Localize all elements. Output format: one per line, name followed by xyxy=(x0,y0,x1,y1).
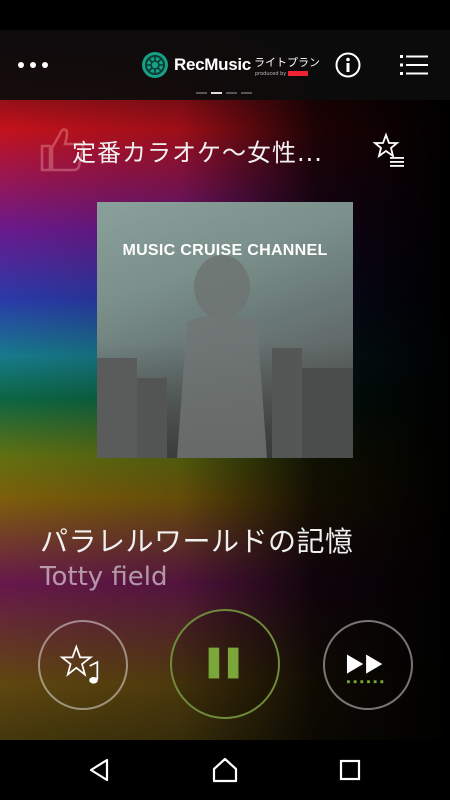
page-dot xyxy=(226,92,237,94)
track-artist: Totty field xyxy=(40,562,168,592)
list-menu-icon[interactable] xyxy=(400,54,428,76)
artwork-building xyxy=(302,368,353,458)
album-artwork: MUSIC CRUISE CHANNEL xyxy=(97,202,353,458)
fast-forward-icon xyxy=(346,654,384,684)
pause-icon xyxy=(208,647,239,679)
page-indicator xyxy=(196,92,252,94)
more-icon-dot xyxy=(18,62,24,68)
artwork-label: MUSIC CRUISE CHANNEL xyxy=(122,242,328,259)
artwork-building xyxy=(97,358,137,458)
brand-name: RecMusic xyxy=(174,55,251,74)
playlist-title[interactable]: 定番カラオケ〜女性... xyxy=(72,133,362,168)
info-icon[interactable] xyxy=(335,52,361,78)
recmusic-logo-icon xyxy=(142,52,168,78)
track-title: パラレルワールドの記憶 xyxy=(40,525,354,558)
sponsor-badge xyxy=(288,71,309,76)
brand-plan: ライトプラン xyxy=(253,56,320,69)
star-music-icon xyxy=(59,644,99,684)
next-track-button[interactable] xyxy=(323,620,413,710)
page-dot xyxy=(196,92,207,94)
back-icon[interactable] xyxy=(85,755,115,785)
page-dot-active xyxy=(211,92,222,94)
pause-button[interactable] xyxy=(170,609,280,719)
recents-icon[interactable] xyxy=(335,755,365,785)
artwork-building xyxy=(137,378,167,458)
more-icon-dot xyxy=(30,62,36,68)
favorite-button[interactable] xyxy=(38,620,128,710)
more-menu-button[interactable] xyxy=(18,55,52,75)
more-icon-dot xyxy=(42,62,48,68)
add-to-favorites-list-icon[interactable] xyxy=(372,132,408,168)
brand-credit: produced by xyxy=(255,71,309,77)
home-icon[interactable] xyxy=(210,755,240,785)
artwork-silhouette xyxy=(177,255,267,458)
status-bar xyxy=(0,0,450,30)
brand-credit-text: produced by xyxy=(255,71,287,77)
page-dot xyxy=(241,92,252,94)
